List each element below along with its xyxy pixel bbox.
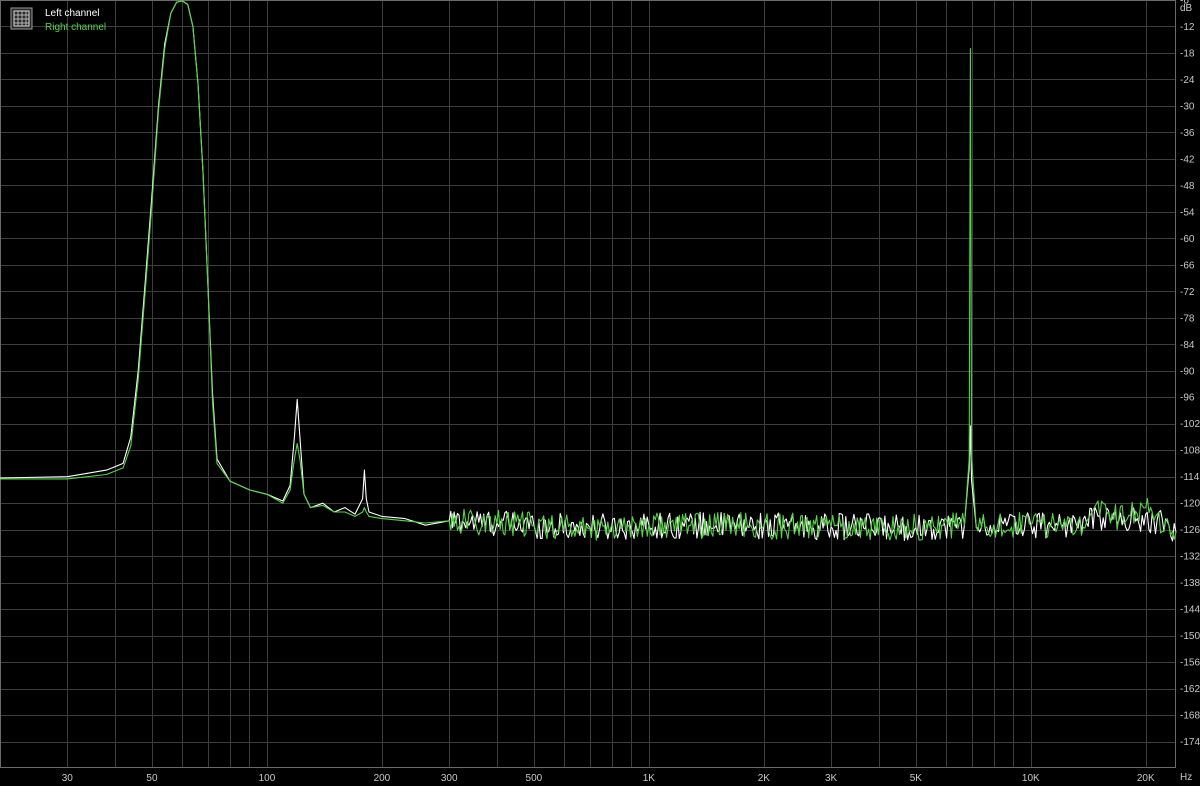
x-tick-label: 500 <box>526 773 543 784</box>
x-axis-ticks: 30 50 100 200 300 500 1K 2K 3K 5K 10K 20K <box>62 773 1155 784</box>
y-tick-label: -162 <box>1180 684 1200 695</box>
y-axis-unit: dB <box>1180 3 1193 14</box>
y-tick-label: -138 <box>1180 578 1200 589</box>
y-tick-label: -90 <box>1180 366 1195 377</box>
x-tick-label: 100 <box>259 773 276 784</box>
y-tick-label: -12 <box>1180 22 1195 33</box>
y-tick-label: -150 <box>1180 631 1200 642</box>
y-tick-label: -78 <box>1180 313 1195 324</box>
y-tick-label: -102 <box>1180 419 1200 430</box>
y-tick-label: -174 <box>1180 737 1200 748</box>
y-tick-label: -156 <box>1180 658 1200 669</box>
x-tick-label: 20K <box>1137 773 1155 784</box>
y-tick-label: -132 <box>1180 552 1200 563</box>
y-tick-label: -18 <box>1180 48 1195 59</box>
x-tick-label: 30 <box>62 773 74 784</box>
x-tick-label: 3K <box>825 773 838 784</box>
y-tick-label: -72 <box>1180 287 1195 298</box>
y-tick-label: -120 <box>1180 499 1200 510</box>
x-tick-label: 10K <box>1022 773 1040 784</box>
y-tick-label: -36 <box>1180 128 1195 139</box>
x-axis-unit: Hz <box>1180 772 1192 783</box>
y-tick-label: -24 <box>1180 75 1195 86</box>
y-tick-label: -30 <box>1180 101 1195 112</box>
legend-entry-left-channel: Left channel <box>45 8 100 19</box>
x-tick-label: 2K <box>758 773 771 784</box>
x-tick-label: 1K <box>643 773 656 784</box>
x-tick-label: 300 <box>441 773 458 784</box>
y-tick-label: -84 <box>1180 340 1195 351</box>
legend-icon <box>10 7 33 30</box>
x-tick-label: 200 <box>374 773 391 784</box>
spectrum-chart: 30 50 100 200 300 500 1K 2K 3K 5K 10K 20K -6-12-18-… <box>0 0 1200 784</box>
plot-background <box>0 0 1176 768</box>
y-tick-label: -114 <box>1180 472 1200 483</box>
y-tick-label: -66 <box>1180 260 1195 271</box>
y-tick-label: -126 <box>1180 525 1200 536</box>
y-tick-label: -96 <box>1180 393 1195 404</box>
y-tick-label: -54 <box>1180 207 1195 218</box>
y-axis-ticks: -6-12-18-24-30-36-42-48-54-60-66-72-78-8… <box>1180 0 1200 748</box>
y-tick-label: -108 <box>1180 446 1200 457</box>
y-tick-label: -42 <box>1180 154 1195 165</box>
y-tick-label: -60 <box>1180 234 1195 245</box>
x-tick-label: 50 <box>146 773 158 784</box>
y-tick-label: -168 <box>1180 711 1200 722</box>
y-tick-label: -48 <box>1180 181 1195 192</box>
x-tick-label: 5K <box>910 773 923 784</box>
legend-entry-right-channel: Right channel <box>45 22 106 33</box>
y-tick-label: -144 <box>1180 605 1200 616</box>
